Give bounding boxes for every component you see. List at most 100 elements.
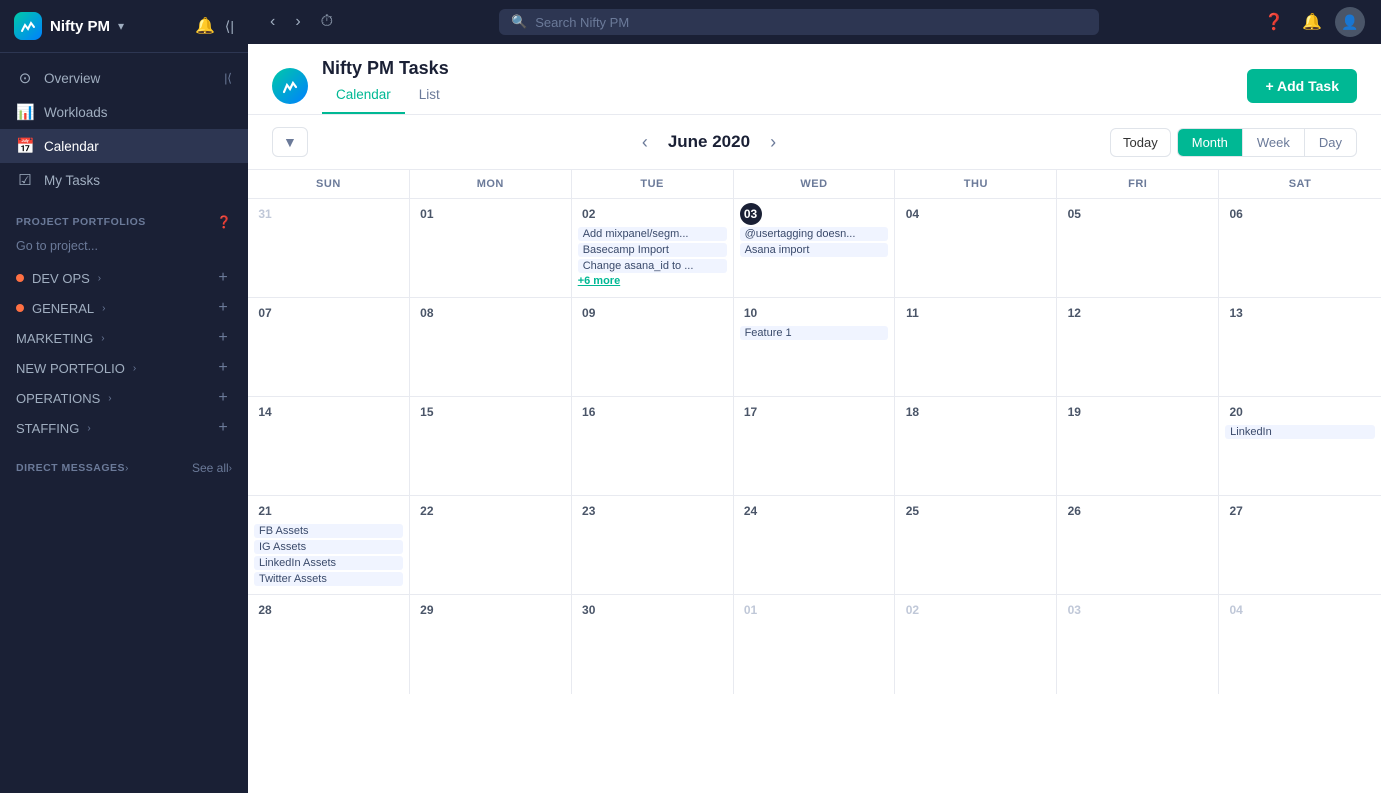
nav-back-button[interactable]: ‹ (264, 9, 281, 35)
calendar-day-2-6[interactable]: 20LinkedIn (1219, 397, 1381, 495)
calendar-day-3-4[interactable]: 25 (895, 496, 1057, 594)
calendar-day-0-5[interactable]: 05 (1057, 199, 1219, 297)
notification-bell-button[interactable]: 🔔 (195, 16, 215, 36)
more-events-link-0-2[interactable]: +6 more (578, 275, 727, 287)
sidebar-item-label-workloads: Workloads (44, 105, 108, 120)
sidebar-item-my-tasks[interactable]: ☑ My Tasks (0, 163, 248, 197)
app-name: Nifty PM (50, 18, 110, 35)
topbar: ‹ › ⏱ 🔍 ❓ 🔔 👤 (248, 0, 1381, 44)
sidebar-item-new-portfolio[interactable]: NEW PORTFOLIO › + (0, 353, 248, 383)
sidebar-item-workloads[interactable]: 📊 Workloads (0, 95, 248, 129)
calendar-day-0-6[interactable]: 06 (1219, 199, 1381, 297)
project-list: DEV OPS › + GENERAL › + MARKETING › + NE… (0, 263, 248, 443)
tab-calendar[interactable]: Calendar (322, 81, 405, 114)
operations-add-button[interactable]: + (214, 389, 232, 407)
calendar-day-2-4[interactable]: 18 (895, 397, 1057, 495)
general-add-button[interactable]: + (214, 299, 232, 317)
sidebar-item-staffing[interactable]: STAFFING › + (0, 413, 248, 443)
project-search[interactable] (0, 233, 248, 263)
calendar-event-3-0-0[interactable]: FB Assets (254, 524, 403, 538)
marketing-add-button[interactable]: + (214, 329, 232, 347)
calendar-event-1-3-0[interactable]: Feature 1 (740, 326, 889, 340)
calendar-day-2-2[interactable]: 16 (572, 397, 734, 495)
notifications-button[interactable]: 🔔 (1297, 7, 1327, 37)
staffing-add-button[interactable]: + (214, 419, 232, 437)
day-number-3-5: 26 (1063, 500, 1085, 522)
calendar-day-3-6[interactable]: 27 (1219, 496, 1381, 594)
calendar-day-3-5[interactable]: 26 (1057, 496, 1219, 594)
calendar-day-3-3[interactable]: 24 (734, 496, 896, 594)
user-avatar[interactable]: 👤 (1335, 7, 1365, 37)
calendar-day-4-0[interactable]: 28 (248, 595, 410, 694)
calendar-day-3-2[interactable]: 23 (572, 496, 734, 594)
calendar-day-1-1[interactable]: 08 (410, 298, 572, 396)
dev-ops-add-button[interactable]: + (214, 269, 232, 287)
calendar-day-2-0[interactable]: 14 (248, 397, 410, 495)
dev-ops-dot (16, 274, 24, 282)
calendar-day-2-1[interactable]: 15 (410, 397, 572, 495)
sidebar-item-overview[interactable]: ⊙ Overview |⟨ (0, 61, 248, 95)
calendar-event-0-2-0[interactable]: Add mixpanel/segm... (578, 227, 727, 241)
calendar-day-0-1[interactable]: 01 (410, 199, 572, 297)
calendar-day-4-2[interactable]: 30 (572, 595, 734, 694)
month-view-button[interactable]: Month (1178, 129, 1243, 156)
calendar-day-1-5[interactable]: 12 (1057, 298, 1219, 396)
calendar-event-2-6-0[interactable]: LinkedIn (1225, 425, 1375, 439)
sidebar-item-marketing[interactable]: MARKETING › + (0, 323, 248, 353)
my-tasks-icon: ☑ (16, 171, 34, 189)
calendar-day-1-2[interactable]: 09 (572, 298, 734, 396)
calendar-event-0-3-0[interactable]: @usertagging doesn... (740, 227, 889, 241)
calendar-day-0-3[interactable]: 03@usertagging doesn...Asana import (734, 199, 896, 297)
calendar-event-3-0-1[interactable]: IG Assets (254, 540, 403, 554)
calendar-day-4-5[interactable]: 03 (1057, 595, 1219, 694)
calendar-week-1: 07080910Feature 1111213 (248, 298, 1381, 397)
sidebar-item-general[interactable]: GENERAL › + (0, 293, 248, 323)
day-view-button[interactable]: Day (1305, 129, 1356, 156)
calendar-day-4-4[interactable]: 02 (895, 595, 1057, 694)
search-input[interactable] (535, 15, 1087, 30)
calendar-day-0-4[interactable]: 04 (895, 199, 1057, 297)
calendar-event-3-0-2[interactable]: LinkedIn Assets (254, 556, 403, 570)
calendar-day-4-6[interactable]: 04 (1219, 595, 1381, 694)
add-task-button[interactable]: + Add Task (1247, 69, 1357, 103)
today-button[interactable]: Today (1110, 128, 1171, 157)
calendar-day-4-1[interactable]: 29 (410, 595, 572, 694)
calendar-day-0-0[interactable]: 31 (248, 199, 410, 297)
calendar-event-0-3-1[interactable]: Asana import (740, 243, 889, 257)
see-all-link[interactable]: See all (192, 461, 229, 475)
calendar-day-2-5[interactable]: 19 (1057, 397, 1219, 495)
project-search-input[interactable] (16, 239, 232, 253)
nav-forward-button[interactable]: › (289, 9, 306, 35)
portfolios-help-icon[interactable]: ❓ (217, 215, 232, 229)
collapse-sidebar-button[interactable]: ⟨| (225, 18, 234, 35)
calendar-day-2-3[interactable]: 17 (734, 397, 896, 495)
calendar-header-row: SUN MON TUE WED THU FRI SAT (248, 170, 1381, 199)
calendar-day-3-1[interactable]: 22 (410, 496, 572, 594)
calendar-day-1-3[interactable]: 10Feature 1 (734, 298, 896, 396)
week-view-button[interactable]: Week (1243, 129, 1305, 156)
calendar-day-0-2[interactable]: 02Add mixpanel/segm...Basecamp ImportCha… (572, 199, 734, 297)
direct-messages-section[interactable]: DIRECT MESSAGES › See all › (0, 455, 248, 481)
sidebar-item-calendar[interactable]: 📅 Calendar (0, 129, 248, 163)
calendar-day-4-3[interactable]: 01 (734, 595, 896, 694)
next-month-button[interactable]: › (764, 130, 782, 155)
new-portfolio-chevron: › (133, 363, 136, 374)
calendar-event-3-0-3[interactable]: Twitter Assets (254, 572, 403, 586)
tab-list[interactable]: List (405, 81, 454, 114)
help-button[interactable]: ❓ (1259, 7, 1289, 37)
app-logo-icon (14, 12, 42, 40)
sidebar-item-operations[interactable]: OPERATIONS › + (0, 383, 248, 413)
calendar-day-3-0[interactable]: 21FB AssetsIG AssetsLinkedIn AssetsTwitt… (248, 496, 410, 594)
search-box[interactable]: 🔍 (499, 9, 1099, 35)
calendar-event-0-2-1[interactable]: Basecamp Import (578, 243, 727, 257)
prev-month-button[interactable]: ‹ (636, 130, 654, 155)
sidebar-item-dev-ops[interactable]: DEV OPS › + (0, 263, 248, 293)
calendar-event-0-2-2[interactable]: Change asana_id to ... (578, 259, 727, 273)
filter-button[interactable]: ▼ (272, 127, 308, 157)
calendar-day-1-6[interactable]: 13 (1219, 298, 1381, 396)
new-portfolio-add-button[interactable]: + (214, 359, 232, 377)
history-button[interactable]: ⏱ (315, 9, 339, 35)
sidebar-logo[interactable]: Nifty PM ▾ (14, 12, 124, 40)
calendar-day-1-4[interactable]: 11 (895, 298, 1057, 396)
calendar-day-1-0[interactable]: 07 (248, 298, 410, 396)
